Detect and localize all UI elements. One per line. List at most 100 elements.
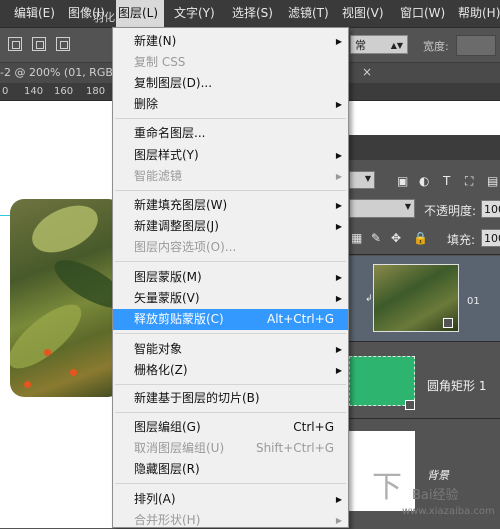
submenu-arrow-icon: ▶ [335,172,342,181]
submenu-arrow-icon: ▶ [335,151,342,160]
menu-separator [115,384,346,385]
menu-type[interactable]: 文字(Y) [172,0,217,27]
shape-filter-icon[interactable]: ⛶ [465,174,473,189]
submenu-arrow-icon: ▶ [335,222,342,231]
ruler-tick: 180 [86,86,106,97]
menu-item-smart-object[interactable]: 智能对象 ▶ [113,339,348,360]
menu-item-vector-mask[interactable]: 矢量蒙版(V) ▶ [113,288,348,309]
menu-edit[interactable]: 编辑(E) [12,0,57,27]
feather-label: 羽化 [93,11,115,24]
layer-name[interactable]: 圆角矩形 1 [427,377,486,394]
document-tab-title[interactable]: -2 @ 200% (01, RGB/ [0,66,117,79]
ruler-tick: 0 [2,86,9,97]
menu-bar: 编辑(E) 图像(I) 图层(L) 文字(Y) 选择(S) 滤镜(T) 视图(V… [0,0,500,28]
menu-separator [115,412,346,413]
menu-item-delete[interactable]: 删除 ▶ [113,94,348,115]
width-input[interactable] [456,35,496,56]
menu-item-rasterize[interactable]: 栅格化(Z) ▶ [113,360,348,381]
menu-separator [115,190,346,191]
layer-thumbnail [349,356,415,406]
intersect-selection-icon[interactable] [56,37,70,51]
adjustment-filter-icon[interactable]: ◐ [419,174,429,188]
shortcut-label: Alt+Ctrl+G [266,312,334,326]
opacity-input[interactable]: 100 [481,200,500,218]
lock-row: ▦ ✎ ✥ 🔒 [349,228,500,248]
style-select-value: 常 [355,39,366,52]
blend-mode-select[interactable]: ▼ [349,199,415,218]
close-tab-icon[interactable]: × [362,65,372,79]
add-selection-icon[interactable] [32,37,46,51]
submenu-arrow-icon: ▶ [335,294,342,303]
filter-kind-select[interactable]: ▼ [349,171,375,189]
menu-separator [115,483,346,484]
updown-arrow-icon: ▲▼ [390,41,403,50]
submenu-arrow-icon: ▶ [335,345,342,354]
menu-item-copy-css: 复制 CSS [134,55,186,69]
vector-mask-badge-icon [405,400,415,410]
type-filter-icon[interactable]: T [443,174,450,188]
ruler-tick: 140 [24,86,44,97]
clipping-arrow-icon: ↲ [365,294,373,304]
lock-all-icon[interactable]: 🔒 [413,231,428,245]
new-selection-icon[interactable] [8,37,22,51]
shortcut-label: Ctrl+G [293,420,334,434]
menu-separator [115,118,346,119]
menu-item-new[interactable]: 新建(N) ▶ [113,31,348,52]
layer-name[interactable]: 01 [467,296,480,307]
menu-filter[interactable]: 滤镜(T) [286,0,331,27]
chevron-down-icon: ▼ [364,174,371,183]
menu-item-ungroup-layers: 取消图层编组(U) Shift+Ctrl+G [113,438,348,459]
watermark-logo: 下 [372,470,402,505]
submenu-arrow-icon: ▶ [335,37,342,46]
fill-label: 填充: [447,233,476,247]
menu-item-rename-layer[interactable]: 重命名图层... [113,123,348,144]
submenu-arrow-icon: ▶ [335,516,342,525]
menu-separator [115,333,346,334]
menu-item-group-layers[interactable]: 图层编组(G) Ctrl+G [113,417,348,438]
submenu-arrow-icon: ▶ [335,495,342,504]
menu-item-hide-layers[interactable]: 隐藏图层(R) [113,459,348,480]
menu-item-duplicate-layer[interactable]: 复制图层(D)... [113,73,348,94]
width-label: 宽度: [423,40,449,53]
image-filter-icon[interactable]: ▣ [397,174,408,188]
lock-transparent-icon[interactable]: ▦ [351,231,362,245]
divider [349,254,500,255]
layers-panel-header [349,135,500,160]
fill-input[interactable]: 100 [481,229,500,247]
layer-row-01[interactable]: ↲ 01 [349,256,500,341]
menu-item-new-adjustment-layer[interactable]: 新建调整图层(J) ▶ [113,216,348,237]
menu-item-new-layer-based-slice[interactable]: 新建基于图层的切片(B) [113,388,348,409]
submenu-arrow-icon: ▶ [335,273,342,282]
watermark-brand: Bai经验 [412,488,459,503]
lock-brush-icon[interactable]: ✎ [371,231,381,245]
menu-item-combine-shapes: 合并形状(H) ▶ [113,510,348,527]
menu-item-layer-content-options: 图层内容选项(O)... [134,240,237,254]
submenu-arrow-icon: ▶ [335,366,342,375]
watermark: 下 Bai经验 www.xiazaiba.com [372,462,498,524]
opacity-label: 不透明度: [424,204,477,218]
menu-help[interactable]: 帮助(H) [456,0,500,27]
watermark-url: www.xiazaiba.com [402,506,495,517]
lock-move-icon[interactable]: ✥ [391,231,401,245]
jungle-photo [10,199,122,397]
menu-layer[interactable]: 图层(L) [116,0,164,27]
ruler-tick: 160 [54,86,74,97]
menu-item-smart-filter: 智能滤镜 ▶ [113,166,348,187]
menu-item-layer-mask[interactable]: 图层蒙版(M) ▶ [113,267,348,288]
layer-row-rounded-rect[interactable]: 圆角矩形 1 [349,341,500,418]
smart-object-badge-icon [443,318,453,328]
shortcut-label: Shift+Ctrl+G [255,441,334,455]
smart-object-filter-icon[interactable]: ▤ [487,174,498,188]
menu-item-release-clipping-mask[interactable]: 释放剪贴蒙版(C) Alt+Ctrl+G [113,309,348,330]
menu-view[interactable]: 视图(V) [340,0,386,27]
menu-select[interactable]: 选择(S) [230,0,275,27]
style-select[interactable]: 常 ▲▼ [350,35,408,54]
menu-window[interactable]: 窗口(W) [398,0,447,27]
menu-item-layer-style[interactable]: 图层样式(Y) ▶ [113,145,348,166]
submenu-arrow-icon: ▶ [335,201,342,210]
menu-separator [115,261,346,262]
menu-item-new-fill-layer[interactable]: 新建填充图层(W) ▶ [113,195,348,216]
menu-item-arrange[interactable]: 排列(A) ▶ [113,489,348,510]
submenu-arrow-icon: ▶ [335,100,342,109]
chevron-down-icon: ▼ [404,202,411,211]
